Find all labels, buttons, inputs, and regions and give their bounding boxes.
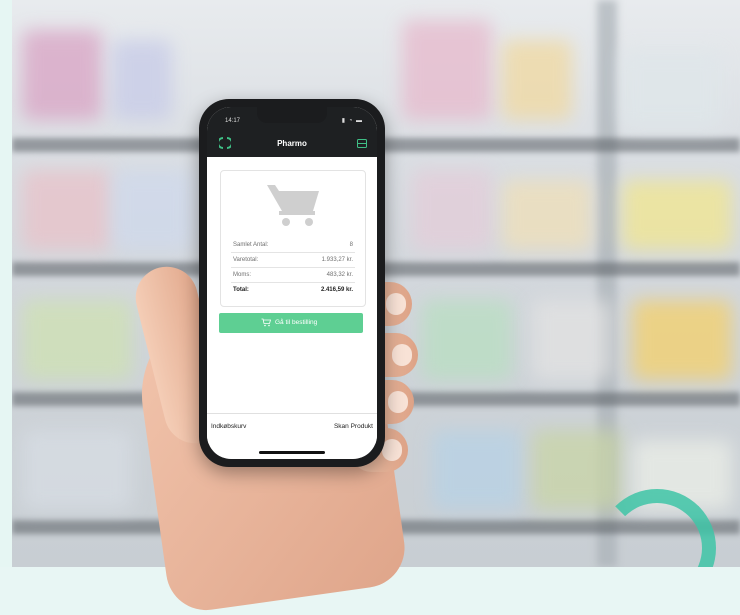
product-blur bbox=[502, 180, 592, 250]
summary-label: Samlet Antal: bbox=[233, 242, 269, 248]
summary-label: Moms: bbox=[233, 272, 251, 278]
summary-row-count: Samlet Antal: 8 bbox=[231, 238, 355, 253]
cart-summary-card: Samlet Antal: 8 Varetotal: 1.933,27 kr. … bbox=[220, 170, 366, 307]
app-title: Pharmo bbox=[277, 139, 307, 148]
summary-value: 2.416,59 kr. bbox=[320, 287, 353, 293]
summary-value: 483,32 kr. bbox=[326, 272, 353, 278]
summary-value: 1.933,27 kr. bbox=[321, 257, 353, 263]
summary-row-total: Total: 2.416,59 kr. bbox=[231, 283, 355, 297]
app-header: Pharmo bbox=[207, 129, 377, 157]
product-blur bbox=[22, 430, 132, 510]
fingernail bbox=[382, 439, 402, 461]
summary-label: Total: bbox=[233, 287, 249, 293]
fingernail bbox=[386, 293, 406, 315]
product-blur bbox=[432, 430, 522, 510]
card-icon[interactable] bbox=[357, 139, 367, 148]
status-time: 14:17 bbox=[225, 118, 241, 124]
left-accent-stripe bbox=[0, 0, 12, 567]
summary-row-subtotal: Varetotal: 1.933,27 kr. bbox=[231, 253, 355, 268]
checkout-button[interactable]: Gå til bestilling bbox=[219, 313, 363, 333]
product-blur bbox=[112, 170, 192, 250]
product-blur bbox=[502, 40, 572, 120]
phone-notch bbox=[257, 107, 327, 123]
product-blur bbox=[532, 430, 622, 510]
summary-row-vat: Moms: 483,32 kr. bbox=[231, 268, 355, 283]
app-screen: 14:17 ▮ ◔ ▬ Pharmo Samlet Antal: 8 Varet… bbox=[207, 107, 377, 459]
product-blur bbox=[402, 20, 492, 120]
product-blur bbox=[22, 170, 112, 250]
product-blur bbox=[622, 180, 732, 250]
product-blur bbox=[22, 300, 132, 380]
product-blur bbox=[422, 300, 512, 380]
product-blur bbox=[632, 300, 732, 380]
cart-small-icon bbox=[261, 318, 271, 327]
fingernail bbox=[388, 391, 408, 413]
tab-shopping-cart[interactable]: Indkøbskurv bbox=[211, 423, 246, 430]
product-blur bbox=[412, 170, 492, 250]
product-blur bbox=[22, 30, 102, 120]
status-icons: ▮ ◔ ▬ bbox=[341, 118, 363, 124]
tab-scan-product[interactable]: Skan Produkt bbox=[334, 423, 373, 430]
product-blur bbox=[532, 300, 612, 380]
summary-label: Varetotal: bbox=[233, 257, 259, 263]
smartphone: 14:17 ▮ ◔ ▬ Pharmo Samlet Antal: 8 Varet… bbox=[199, 99, 385, 467]
summary-value: 8 bbox=[349, 242, 353, 248]
bottom-tab-bar: Indkøbskurv Skan Produkt bbox=[207, 413, 377, 444]
product-blur bbox=[112, 40, 172, 120]
checkout-label: Gå til bestilling bbox=[275, 319, 318, 326]
product-blur bbox=[622, 50, 722, 130]
home-indicator bbox=[259, 451, 325, 454]
shopping-cart-icon bbox=[267, 185, 319, 226]
fingernail bbox=[392, 344, 412, 366]
